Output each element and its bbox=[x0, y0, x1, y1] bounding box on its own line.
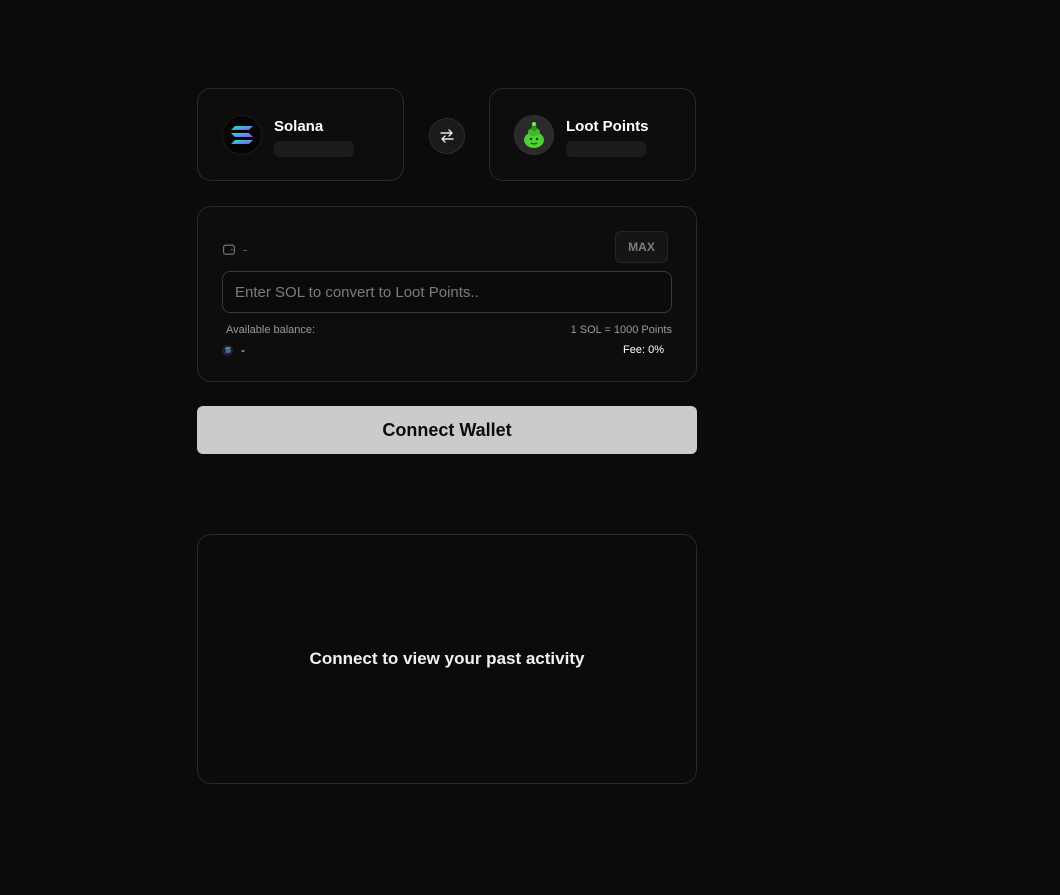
sol-amount-input[interactable] bbox=[222, 271, 672, 313]
connect-wallet-button[interactable]: Connect Wallet bbox=[197, 406, 697, 454]
from-token-name: Solana bbox=[274, 118, 324, 135]
to-token-card[interactable]: Loot Points bbox=[489, 88, 696, 181]
wallet-balance-row: - bbox=[223, 242, 247, 257]
fee-label: Fee: 0% bbox=[623, 344, 664, 356]
to-token-balance-skeleton bbox=[566, 141, 646, 157]
available-balance-label: Available balance: bbox=[226, 324, 316, 336]
conversion-rate: 1 SOL = 1000 Points bbox=[570, 324, 672, 336]
swap-arrows-icon bbox=[440, 129, 454, 143]
to-token-name: Loot Points bbox=[566, 118, 649, 135]
loot-points-icon bbox=[514, 115, 554, 155]
swap-direction-button[interactable] bbox=[429, 118, 465, 154]
available-balance-row: - bbox=[222, 343, 245, 357]
from-token-balance-skeleton bbox=[274, 141, 354, 157]
convert-panel: - MAX Available balance: 1 SOL = 1000 Po… bbox=[197, 206, 697, 382]
activity-message: Connect to view your past activity bbox=[309, 649, 585, 668]
max-button[interactable]: MAX bbox=[615, 231, 668, 263]
solana-icon bbox=[222, 115, 262, 155]
activity-panel: Connect to view your past activity bbox=[197, 534, 697, 784]
from-token-card[interactable]: Solana bbox=[197, 88, 404, 181]
solana-mini-icon bbox=[222, 344, 233, 356]
wallet-icon bbox=[223, 244, 235, 255]
wallet-balance-value: - bbox=[243, 242, 248, 257]
available-balance-value: - bbox=[241, 343, 245, 357]
